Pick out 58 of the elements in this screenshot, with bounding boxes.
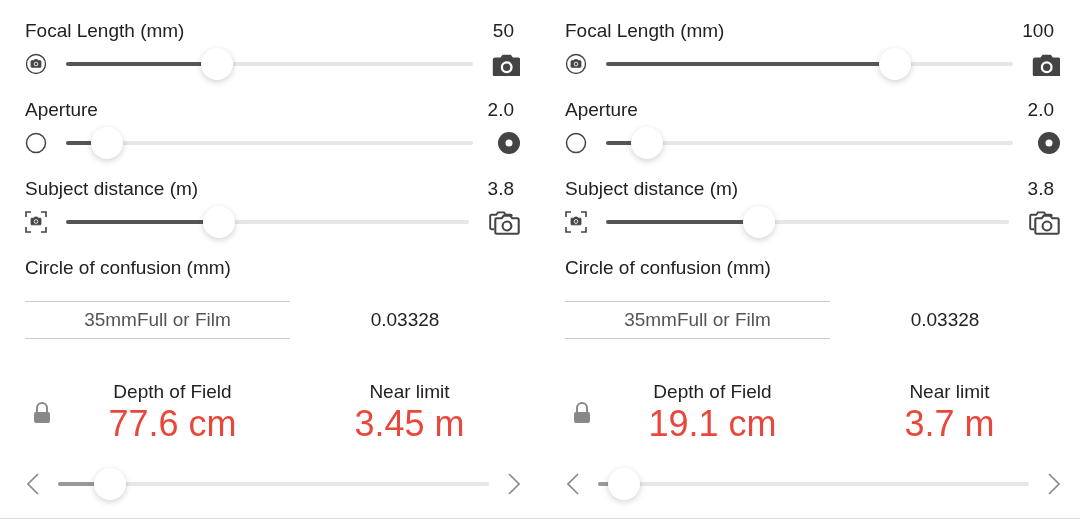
slider-thumb[interactable] [878, 48, 911, 80]
result-value: 3.7 m [904, 403, 995, 445]
result-label: Depth of Field [113, 381, 232, 403]
slider-thumb[interactable] [630, 127, 663, 159]
slider-value: 50 [492, 20, 514, 42]
slider-label: Subject distance (m) [565, 178, 739, 200]
scrubber-track[interactable] [58, 467, 489, 501]
slider-thumb[interactable] [90, 127, 123, 159]
two-cameras-icon [1028, 209, 1060, 235]
result-label: Near limit [369, 381, 450, 403]
slider-label: Subject distance (m) [25, 178, 199, 200]
slider-thumb[interactable] [743, 206, 776, 238]
scrubber-thumb[interactable] [93, 468, 126, 500]
chevron-left-icon [567, 473, 579, 495]
camera-icon [1032, 52, 1060, 76]
two-cameras-icon [488, 209, 520, 235]
result-value: 77.6 cm [108, 403, 237, 445]
sensor-picker[interactable]: 35mmFull or Film [25, 301, 290, 339]
coc-value: 0.03328 [370, 309, 440, 331]
slider-track[interactable] [606, 126, 1013, 160]
slider-track[interactable] [66, 126, 473, 160]
result-label: Near limit [909, 381, 990, 403]
slider-value: 2.0 [1027, 99, 1054, 121]
slider-value: 3.8 [1027, 178, 1054, 200]
chevron-right-icon [1048, 473, 1060, 495]
slider-track[interactable] [606, 205, 1009, 239]
circle-icon [565, 132, 587, 154]
camera-circle-icon [25, 53, 47, 75]
slider-track[interactable] [66, 205, 469, 239]
slider-value: 2.0 [487, 99, 514, 121]
coc-label: Circle of confusion (mm) [565, 257, 772, 279]
slider-track[interactable] [66, 47, 473, 81]
camera-frame-icon [565, 211, 587, 233]
slider-track[interactable] [606, 47, 1013, 81]
slider-thumb[interactable] [200, 48, 233, 80]
slider-label: Aperture [25, 99, 98, 121]
slider-value: 3.8 [487, 178, 514, 200]
chevron-right-icon [508, 473, 520, 495]
slider-thumb[interactable] [203, 206, 236, 238]
camera-frame-icon [25, 211, 47, 233]
result-label: Depth of Field [653, 381, 772, 403]
coc-label: Circle of confusion (mm) [25, 257, 232, 279]
camera-circle-icon [565, 53, 587, 75]
result-value: 19.1 cm [648, 403, 777, 445]
slider-value: 100 [1022, 20, 1054, 42]
slider-label: Focal Length (mm) [25, 20, 185, 42]
slider-label: Aperture [565, 99, 638, 121]
slider-label: Focal Length (mm) [565, 20, 725, 42]
circle-icon [25, 132, 47, 154]
scrubber-track[interactable] [598, 467, 1029, 501]
lock-icon [33, 402, 51, 424]
result-value: 3.45 m [354, 403, 465, 445]
lock-icon [573, 402, 591, 424]
scrubber-thumb[interactable] [607, 468, 640, 500]
sensor-picker[interactable]: 35mmFull or Film [565, 301, 830, 339]
coc-value: 0.03328 [910, 309, 980, 331]
camera-icon [492, 52, 520, 76]
chevron-left-icon [27, 473, 39, 495]
